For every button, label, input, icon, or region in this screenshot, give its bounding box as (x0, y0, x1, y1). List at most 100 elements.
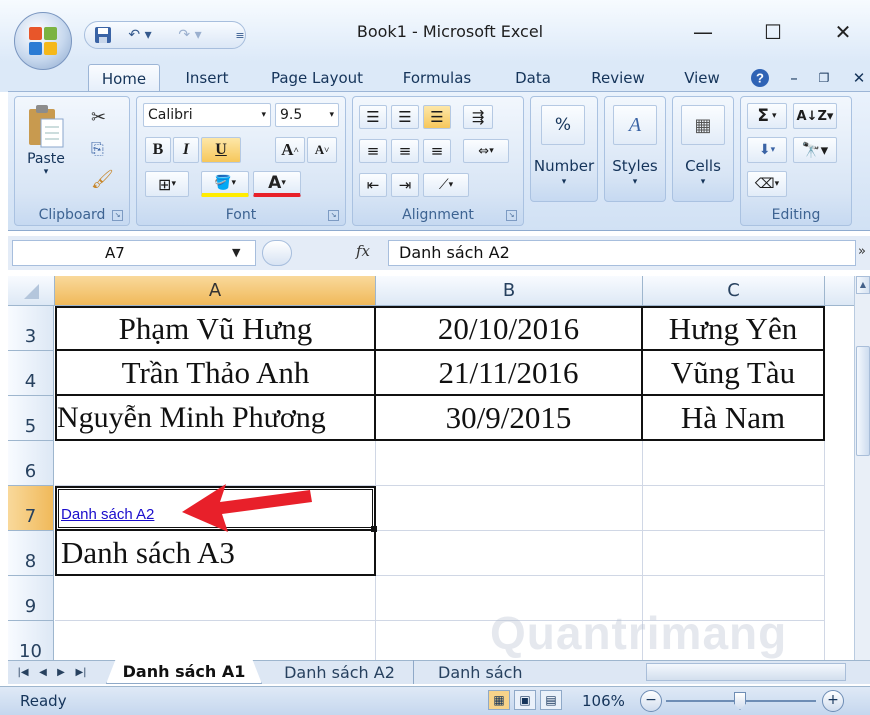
font-launcher-icon[interactable]: ↘ (328, 210, 339, 221)
row-header-6[interactable]: 6 (8, 441, 54, 486)
cell-c4[interactable]: Vũng Tàu (643, 351, 825, 396)
ribbon-restore-button[interactable]: ❐ (812, 64, 836, 92)
group-styles[interactable]: A Styles ▾ (604, 96, 666, 202)
page-break-view-icon[interactable]: ▤ (540, 690, 562, 710)
underline-button[interactable]: U (201, 137, 241, 163)
sheet-tab-3[interactable]: Danh sách (420, 660, 530, 684)
page-layout-view-icon[interactable]: ▣ (514, 690, 536, 710)
fill-color-icon[interactable]: 🪣 ▾ (201, 171, 249, 197)
sheet-tab-active[interactable]: Danh sách A1 (106, 660, 262, 684)
column-header-d[interactable] (825, 276, 854, 306)
cell-c5[interactable]: Hà Nam (643, 396, 825, 441)
cell-a5[interactable]: Nguyễn Minh Phương (55, 396, 376, 441)
row-header-4[interactable]: 4 (8, 351, 54, 396)
autosum-button[interactable]: Σ ▾ (747, 103, 787, 129)
office-button[interactable] (14, 12, 72, 70)
row-header-5[interactable]: 5 (8, 396, 54, 441)
save-icon[interactable] (92, 23, 114, 47)
align-left-icon[interactable]: ≡ (359, 139, 387, 163)
cell-b8[interactable] (376, 531, 643, 576)
align-middle-icon[interactable]: ☰ (391, 105, 419, 129)
cell-c7[interactable] (643, 486, 825, 531)
cut-icon[interactable]: ✂ (91, 107, 106, 128)
cell-b6[interactable] (376, 441, 643, 486)
font-size-select[interactable]: 9.5 ▾ (275, 103, 339, 127)
align-top-icon[interactable]: ☰ (359, 105, 387, 129)
prev-sheet-icon[interactable]: ◀ (36, 660, 50, 684)
undo-button[interactable]: ↶ ▾ (120, 23, 160, 47)
name-box-dropdown-icon[interactable]: ▼ (232, 246, 240, 259)
wrap-text-icon[interactable]: ⇶ (463, 105, 493, 129)
minimize-button[interactable]: — (680, 14, 726, 50)
cell-b7[interactable] (376, 486, 643, 531)
zoom-out-icon[interactable]: − (640, 690, 662, 712)
tab-view[interactable]: View (672, 64, 732, 92)
cell-a10[interactable] (55, 621, 376, 660)
next-sheet-icon[interactable]: ▶ (54, 660, 68, 684)
help-icon[interactable]: ? (748, 64, 772, 92)
decrease-indent-icon[interactable]: ⇤ (359, 173, 387, 197)
workbook-close-button[interactable]: ✕ (848, 64, 870, 92)
merge-center-icon[interactable]: ⇔ ▾ (463, 139, 509, 163)
italic-button[interactable]: I (173, 137, 199, 163)
tab-page-layout[interactable]: Page Layout (262, 64, 372, 92)
zoom-in-icon[interactable]: + (822, 690, 844, 712)
cell-b5[interactable]: 30/9/2015 (376, 396, 643, 441)
normal-view-icon[interactable]: ▦ (488, 690, 510, 710)
paste-button[interactable]: Paste ▾ (19, 103, 73, 177)
tab-data[interactable]: Data (504, 64, 562, 92)
cell-c8[interactable] (643, 531, 825, 576)
column-header-b[interactable]: B (376, 276, 643, 306)
column-header-a[interactable]: A (55, 276, 376, 306)
cell-a9[interactable] (55, 576, 376, 621)
first-sheet-icon[interactable]: |◀ (14, 660, 32, 684)
sort-filter-icon[interactable]: A↓Z▾ (793, 103, 837, 129)
align-bottom-icon[interactable]: ☰ (423, 105, 451, 129)
vertical-scrollbar[interactable]: ▲ (854, 276, 870, 660)
format-painter-icon[interactable]: 🖌 (91, 169, 114, 190)
cell-a3[interactable]: Phạm Vũ Hưng (55, 306, 376, 351)
row-header-8[interactable]: 8 (8, 531, 54, 576)
expand-formula-bar-icon[interactable]: » (858, 244, 866, 259)
borders-icon[interactable]: ⊞ ▾ (145, 171, 189, 197)
grow-font-icon[interactable]: A ˄ (275, 137, 305, 163)
find-select-icon[interactable]: 🔭▾ (793, 137, 837, 163)
cell-a8[interactable]: Danh sách A3 (55, 531, 376, 576)
horizontal-scrollbar[interactable] (646, 663, 846, 681)
row-header-3[interactable]: 3 (8, 306, 54, 351)
row-header-9[interactable]: 9 (8, 576, 54, 621)
tab-home[interactable]: Home (88, 64, 160, 92)
cell-a4[interactable]: Trần Thảo Anh (55, 351, 376, 396)
clear-icon[interactable]: ⌫ ▾ (747, 171, 787, 197)
insert-function-icon[interactable]: fx (356, 242, 370, 260)
align-right-icon[interactable]: ≡ (423, 139, 451, 163)
tab-insert[interactable]: Insert (172, 64, 242, 92)
name-box[interactable]: A7 (12, 240, 256, 266)
vertical-scroll-thumb[interactable] (856, 346, 870, 456)
cell-b4[interactable]: 21/11/2016 (376, 351, 643, 396)
shrink-font-icon[interactable]: A ˅ (307, 137, 337, 163)
select-all-corner[interactable] (8, 276, 55, 306)
align-center-icon[interactable]: ≡ (391, 139, 419, 163)
tab-review[interactable]: Review (582, 64, 654, 92)
maximize-button[interactable]: ☐ (750, 14, 796, 50)
formula-bar-resize-handle[interactable] (262, 240, 292, 266)
tab-formulas[interactable]: Formulas (392, 64, 482, 92)
column-header-c[interactable]: C (643, 276, 825, 306)
group-cells[interactable]: ▦ Cells ▾ (672, 96, 734, 202)
fill-icon[interactable]: ⬇ ▾ (747, 137, 787, 163)
font-name-select[interactable]: Calibri ▾ (143, 103, 271, 127)
row-header-10[interactable]: 10 (8, 621, 54, 660)
scroll-up-icon[interactable]: ▲ (856, 276, 870, 294)
bold-button[interactable]: B (145, 137, 171, 163)
cell-c3[interactable]: Hưng Yên (643, 306, 825, 351)
orientation-icon[interactable]: ⟋ ▾ (423, 173, 469, 197)
customize-qat-icon[interactable]: ≡ (232, 23, 248, 47)
copy-icon[interactable]: ⎘ (91, 139, 104, 159)
ribbon-minimize-button[interactable]: – (782, 64, 806, 92)
row-header-7[interactable]: 7 (8, 486, 54, 531)
close-button[interactable]: ✕ (820, 14, 866, 50)
formula-input[interactable]: Danh sách A2 (388, 240, 856, 266)
cell-b3[interactable]: 20/10/2016 (376, 306, 643, 351)
redo-button[interactable]: ↷ ▾ (170, 23, 210, 47)
